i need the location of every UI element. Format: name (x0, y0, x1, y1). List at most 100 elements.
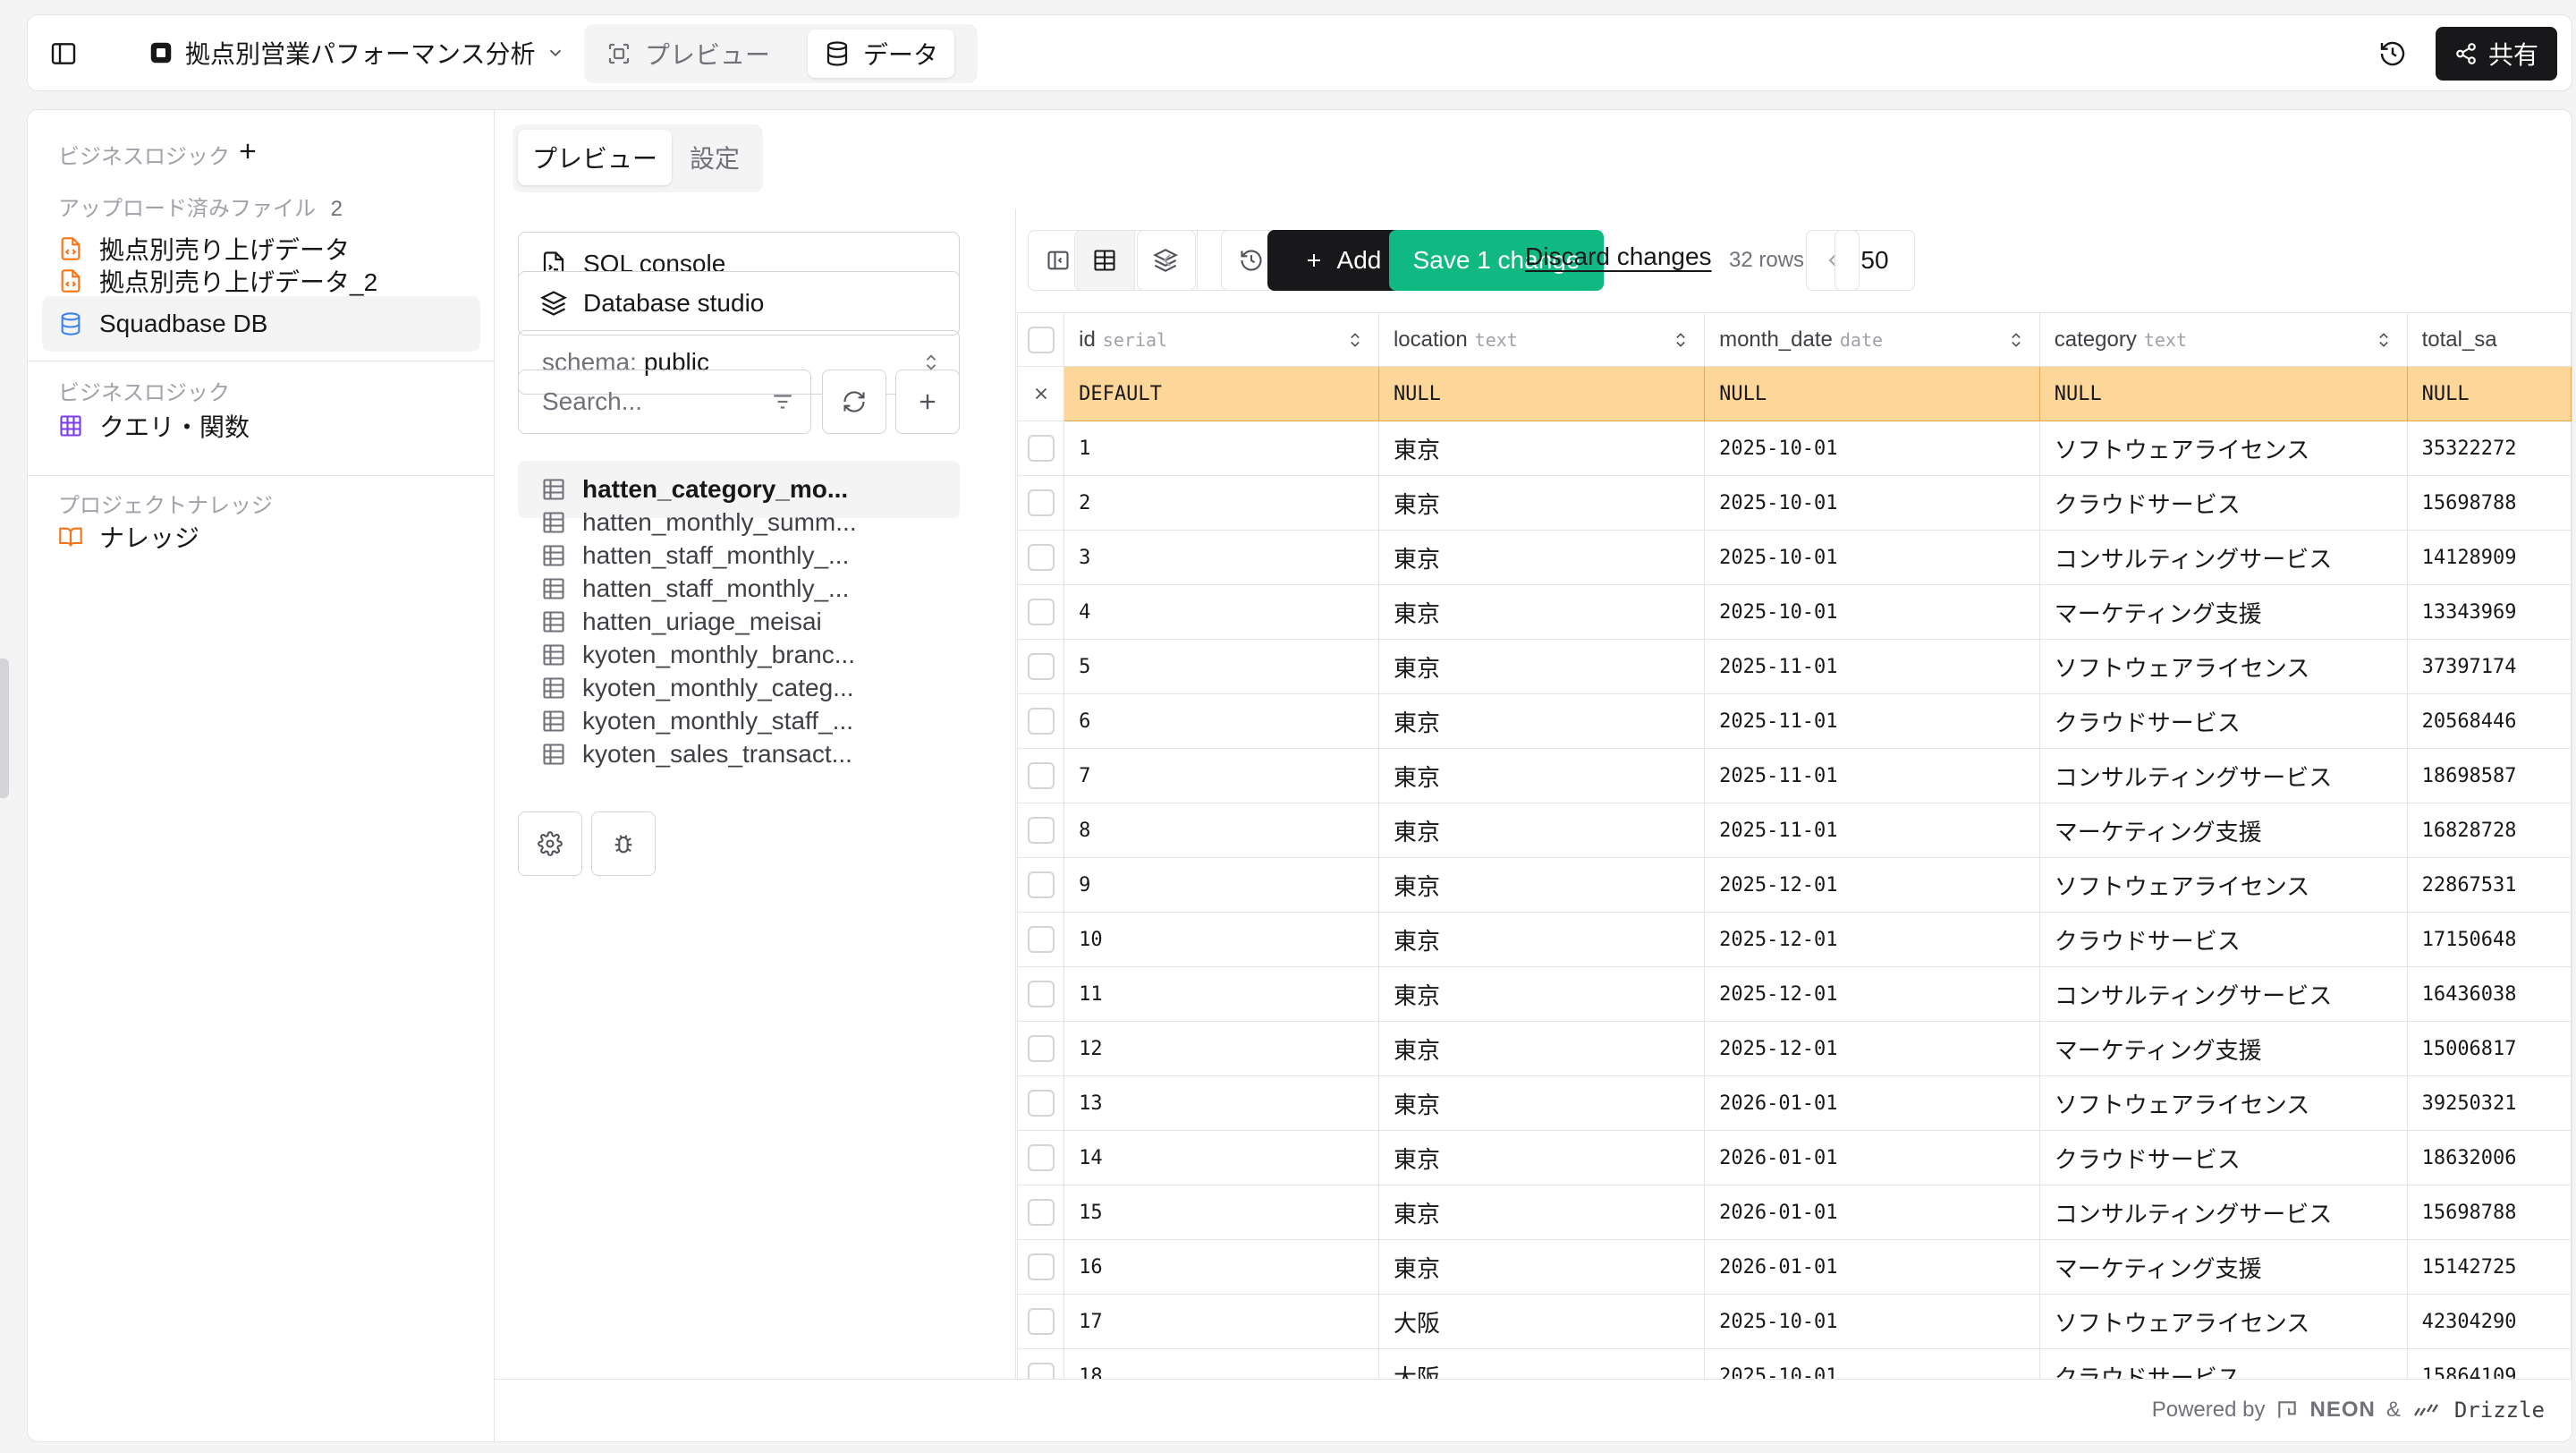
table-cell[interactable]: 東京 (1377, 1130, 1706, 1185)
table-cell[interactable]: 2025-10-01 (1704, 421, 2040, 476)
table-cell[interactable]: 16828728 (2406, 803, 2572, 858)
table-cell[interactable]: ソフトウェアライセンス (2038, 1075, 2408, 1131)
table-cell[interactable]: マーケティング支援 (2038, 803, 2408, 858)
table-row[interactable]: 3 東京 2025-10-01 コンサルティングサービス 14128909 (1017, 530, 2572, 585)
table-cell[interactable]: 東京 (1377, 693, 1706, 749)
table-cell[interactable]: 13343969 (2406, 584, 2572, 640)
row-checkbox[interactable] (1027, 1199, 1055, 1226)
discard-changes-link[interactable]: Discard changes (1525, 242, 1712, 271)
row-select-cell[interactable] (1017, 584, 1065, 640)
row-select-cell[interactable] (1017, 1239, 1065, 1295)
nav-item-query[interactable]: クエリ・関数 (42, 398, 480, 454)
row-select-cell[interactable] (1017, 748, 1065, 803)
row-checkbox[interactable] (1027, 981, 1055, 1007)
row-checkbox[interactable] (1027, 435, 1055, 462)
table-cell[interactable]: 2025-10-01 (1704, 475, 2040, 531)
table-cell[interactable]: 東京 (1377, 475, 1706, 531)
table-cell[interactable]: マーケティング支援 (2038, 1239, 2408, 1295)
table-cell[interactable]: 39250321 (2406, 1075, 2572, 1131)
grid-view-button[interactable] (1075, 231, 1135, 290)
cancel-new-record-button[interactable] (1017, 366, 1065, 421)
table-row[interactable]: 6 東京 2025-11-01 クラウドサービス 20568446 (1017, 693, 2572, 749)
add-table-button[interactable] (895, 370, 960, 434)
table-row[interactable]: 9 東京 2025-12-01 ソフトウェアライセンス 22867531 (1017, 857, 2572, 913)
select-all-checkbox[interactable] (1027, 326, 1055, 353)
table-row[interactable]: 16 東京 2026-01-01 マーケティング支援 15142725 (1017, 1239, 2572, 1295)
table-cell[interactable]: 11 (1063, 966, 1379, 1022)
table-row[interactable]: 11 東京 2025-12-01 コンサルティングサービス 16436038 (1017, 966, 2572, 1022)
table-cell[interactable]: 2025-12-01 (1704, 912, 2040, 967)
tab-preview-content[interactable]: プレビュー (518, 130, 673, 185)
settings-button[interactable] (518, 811, 582, 876)
row-checkbox[interactable] (1027, 1090, 1055, 1117)
default-cell[interactable]: NULL (1704, 366, 2040, 421)
table-cell[interactable]: コンサルティングサービス (2038, 966, 2408, 1022)
table-cell[interactable]: 2025-10-01 (1704, 584, 2040, 640)
row-checkbox[interactable] (1027, 1363, 1055, 1379)
row-select-cell[interactable] (1017, 421, 1065, 476)
table-cell[interactable]: 15698788 (2406, 1185, 2572, 1240)
history-button[interactable] (2375, 36, 2411, 72)
table-row[interactable]: 2 東京 2025-10-01 クラウドサービス 15698788 (1017, 475, 2572, 531)
table-cell[interactable]: 8 (1063, 803, 1379, 858)
window-resize-handle[interactable] (0, 659, 9, 798)
share-button[interactable]: 共有 (2436, 27, 2557, 81)
row-select-cell[interactable] (1017, 639, 1065, 694)
tab-preview[interactable]: プレビュー (589, 30, 786, 78)
table-cell[interactable]: 2025-10-01 (1704, 1294, 2040, 1349)
row-checkbox[interactable] (1027, 871, 1055, 898)
prev-page-button[interactable] (1138, 231, 1198, 290)
column-header-month_date[interactable]: month_date date (1704, 312, 2040, 367)
table-cell[interactable]: クラウドサービス (2038, 693, 2408, 749)
row-checkbox[interactable] (1027, 653, 1055, 680)
table-cell[interactable]: 15864109 (2406, 1348, 2572, 1379)
table-row[interactable]: 15 東京 2026-01-01 コンサルティングサービス 15698788 (1017, 1185, 2572, 1240)
table-row[interactable]: 14 東京 2026-01-01 クラウドサービス 18632006 (1017, 1130, 2572, 1185)
column-header-category[interactable]: category text (2038, 312, 2408, 367)
table-cell[interactable]: 2025-11-01 (1704, 693, 2040, 749)
table-row[interactable]: 10 東京 2025-12-01 クラウドサービス 17150648 (1017, 912, 2572, 967)
table-search-input[interactable]: Search... (518, 370, 811, 434)
table-cell[interactable]: 東京 (1377, 803, 1706, 858)
table-row[interactable]: 12 東京 2025-12-01 マーケティング支援 15006817 (1017, 1021, 2572, 1076)
table-cell[interactable]: ソフトウェアライセンス (2038, 421, 2408, 476)
table-row[interactable]: 4 東京 2025-10-01 マーケティング支援 13343969 (1017, 584, 2572, 640)
table-row[interactable]: 5 東京 2025-11-01 ソフトウェアライセンス 37397174 (1017, 639, 2572, 694)
table-cell[interactable]: 15142725 (2406, 1239, 2572, 1295)
row-checkbox[interactable] (1027, 817, 1055, 844)
table-cell[interactable]: 17150648 (2406, 912, 2572, 967)
table-cell[interactable]: 3 (1063, 530, 1379, 585)
table-cell[interactable]: 20568446 (2406, 693, 2572, 749)
table-cell[interactable]: コンサルティングサービス (2038, 748, 2408, 803)
column-header-id[interactable]: id serial (1063, 312, 1379, 367)
row-select-cell[interactable] (1017, 912, 1065, 967)
table-cell[interactable]: ソフトウェアライセンス (2038, 639, 2408, 694)
table-cell[interactable]: 東京 (1377, 1239, 1706, 1295)
table-cell[interactable]: 17 (1063, 1294, 1379, 1349)
table-cell[interactable]: 大阪 (1377, 1294, 1706, 1349)
table-cell[interactable]: 22867531 (2406, 857, 2572, 913)
table-cell[interactable]: 14128909 (2406, 530, 2572, 585)
table-cell[interactable]: 2026-01-01 (1704, 1130, 2040, 1185)
table-cell[interactable]: クラウドサービス (2038, 1348, 2408, 1379)
table-cell[interactable]: 東京 (1377, 1075, 1706, 1131)
refresh-button[interactable] (822, 370, 886, 434)
table-cell[interactable]: 13 (1063, 1075, 1379, 1131)
table-cell[interactable]: 18632006 (2406, 1130, 2572, 1185)
tab-data[interactable]: データ (808, 30, 955, 78)
table-cell[interactable]: 15698788 (2406, 475, 2572, 531)
table-cell[interactable]: 2026-01-01 (1704, 1075, 2040, 1131)
table-cell[interactable]: コンサルティングサービス (2038, 1185, 2408, 1240)
table-cell[interactable]: 18698587 (2406, 748, 2572, 803)
row-select-cell[interactable] (1017, 1294, 1065, 1349)
row-checkbox[interactable] (1027, 599, 1055, 625)
table-cell[interactable]: クラウドサービス (2038, 912, 2408, 967)
nav-item-squadbase-db[interactable]: Squadbase DB (42, 296, 480, 352)
default-cell[interactable]: DEFAULT (1063, 366, 1379, 421)
row-select-cell[interactable] (1017, 475, 1065, 531)
table-cell[interactable]: 5 (1063, 639, 1379, 694)
table-cell[interactable]: 1 (1063, 421, 1379, 476)
table-list-item[interactable]: kyoten_sales_transact... (518, 726, 960, 783)
row-select-cell[interactable] (1017, 857, 1065, 913)
row-select-cell[interactable] (1017, 966, 1065, 1022)
